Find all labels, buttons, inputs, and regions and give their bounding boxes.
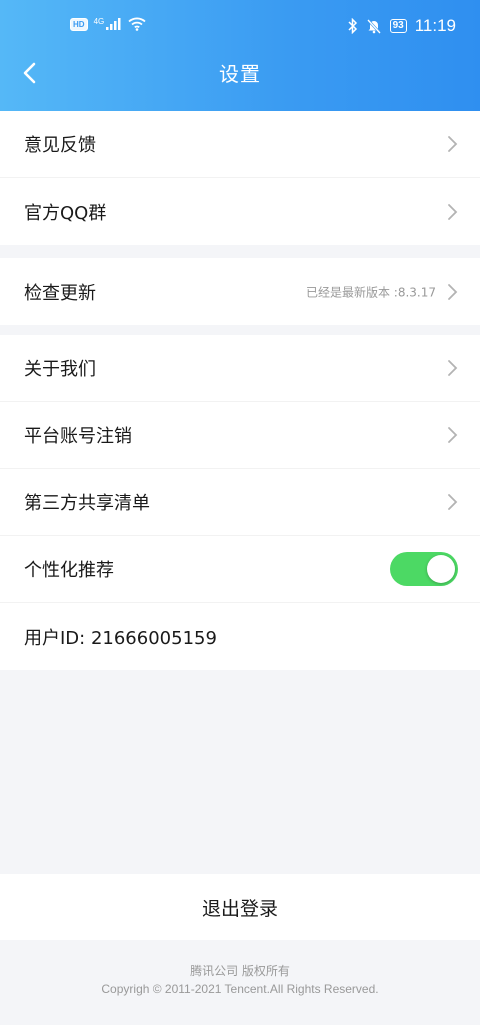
row-check-update[interactable]: 检查更新 已经是最新版本 :8.3.17 — [0, 258, 480, 325]
mute-icon — [366, 19, 381, 34]
hd-badge: HD — [70, 17, 88, 31]
deregister-label: 平台账号注销 — [24, 426, 132, 447]
personalized-label: 个性化推荐 — [24, 560, 114, 581]
header: HD 4G 93 11:19 设置 — [0, 0, 480, 111]
feedback-label: 意见反馈 — [24, 135, 96, 156]
section-account: 关于我们 平台账号注销 第三方共享清单 个性化推荐 用户ID: 21666005… — [0, 335, 480, 670]
about-label: 关于我们 — [24, 359, 96, 380]
row-feedback[interactable]: 意见反馈 — [0, 111, 480, 178]
row-deregister[interactable]: 平台账号注销 — [0, 402, 480, 469]
status-right: 93 11:19 — [348, 16, 456, 36]
copyright-cn: 腾讯公司 版权所有 — [190, 964, 290, 978]
status-time: 11:19 — [414, 16, 456, 35]
chevron-right-icon — [448, 360, 458, 376]
logout-button[interactable]: 退出登录 — [0, 874, 480, 940]
section-update: 检查更新 已经是最新版本 :8.3.17 — [0, 258, 480, 325]
footer: 腾讯公司 版权所有 Copyrigh © 2011-2021 Tencent.A… — [0, 962, 480, 998]
chevron-right-icon — [448, 494, 458, 510]
bluetooth-icon — [348, 18, 357, 34]
personalized-toggle[interactable] — [390, 552, 458, 586]
user-id-label: 用户ID: 21666005159 — [24, 627, 217, 649]
row-user-id: 用户ID: 21666005159 — [0, 603, 480, 670]
chevron-right-icon — [448, 136, 458, 152]
page-title: 设置 — [219, 62, 261, 86]
check-update-label: 检查更新 — [24, 282, 96, 304]
copyright-en: Copyrigh © 2011-2021 Tencent.All Rights … — [101, 982, 379, 996]
chevron-right-icon — [448, 203, 458, 220]
row-third-party[interactable]: 第三方共享清单 — [0, 469, 480, 536]
row-personalized: 个性化推荐 — [0, 536, 480, 603]
wifi-icon — [128, 17, 146, 31]
battery-indicator: 93 — [389, 19, 407, 33]
version-value: 已经是最新版本 :8.3.17 — [305, 285, 436, 299]
logout-label: 退出登录 — [201, 897, 278, 920]
network-label: 4G — [93, 16, 105, 26]
status-left: HD 4G — [70, 17, 146, 31]
navbar: 设置 — [0, 52, 480, 94]
toggle-knob — [427, 555, 455, 583]
third-party-label: 第三方共享清单 — [24, 493, 150, 514]
signal-icon — [106, 18, 121, 30]
row-about[interactable]: 关于我们 — [0, 335, 480, 402]
row-qq-group[interactable]: 官方QQ群 — [0, 178, 480, 245]
status-bar: HD 4G 93 11:19 — [0, 0, 480, 56]
section-support: 意见反馈 官方QQ群 — [0, 111, 480, 245]
qq-group-label: 官方QQ群 — [24, 202, 107, 224]
chevron-right-icon — [448, 283, 458, 300]
chevron-right-icon — [448, 427, 458, 443]
